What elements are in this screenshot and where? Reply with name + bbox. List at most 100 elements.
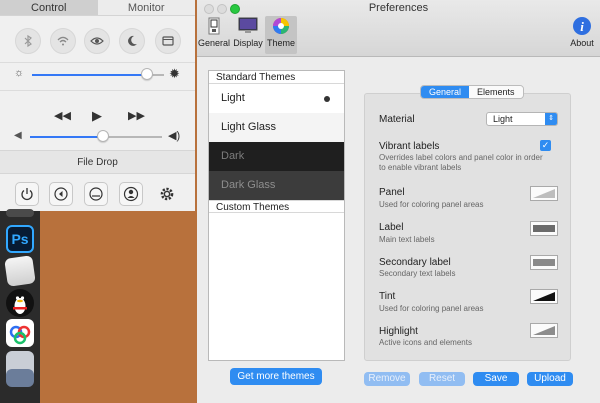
storage-app-icon[interactable]: [6, 369, 34, 387]
toolbar-general-label: General: [198, 38, 231, 48]
info-icon: i: [573, 17, 591, 35]
gear-icon: [160, 187, 174, 201]
svg-text:i: i: [580, 19, 584, 34]
theme-item-dark-glass[interactable]: Dark Glass: [209, 171, 344, 200]
volume-slider[interactable]: [30, 136, 162, 138]
back-button[interactable]: [49, 182, 73, 206]
theme-item-label: Light: [221, 92, 245, 104]
color-swatch-icon: [533, 326, 555, 335]
play-icon[interactable]: ▶: [92, 108, 102, 124]
highlight-color-description: Active icons and elements: [379, 338, 472, 347]
preferences-window: Preferences General Display Theme i Abou…: [197, 0, 600, 403]
theme-item-label: Dark Glass: [221, 179, 276, 191]
vibrant-labels-description-line2: to enable vibrant labels: [379, 163, 462, 172]
theme-item-label: Light Glass: [221, 121, 277, 133]
divider: [0, 90, 195, 91]
panel-color-well[interactable]: [530, 186, 558, 201]
material-label: Material: [379, 114, 415, 125]
theme-item-dark[interactable]: Dark: [209, 142, 344, 171]
color-swatch-icon: [533, 189, 555, 198]
dock-app-icon[interactable]: [6, 209, 34, 217]
color-swatch-icon: [533, 259, 555, 266]
toolbar-theme-label: Theme: [266, 38, 295, 48]
selected-indicator-icon: [324, 96, 330, 102]
power-icon: [21, 188, 33, 201]
general-icon: [208, 17, 220, 35]
moon-icon: [128, 35, 137, 46]
user-button[interactable]: [119, 182, 143, 206]
label-color-description: Main text labels: [379, 235, 435, 244]
panel-tab-switcher: Control Monitor: [0, 0, 195, 16]
visibility-toggle[interactable]: [84, 28, 110, 54]
back-icon: [54, 187, 68, 201]
tab-monitor[interactable]: Monitor: [97, 0, 195, 15]
baidu-cloud-icon[interactable]: [6, 319, 34, 347]
window-toggle[interactable]: [155, 28, 181, 54]
window-icon: [162, 36, 174, 46]
secondary-label-color-well[interactable]: [530, 255, 558, 270]
highlight-color-label: Highlight: [379, 326, 418, 337]
material-select-value: Light: [493, 114, 513, 124]
remove-button[interactable]: Remove: [364, 372, 410, 386]
theme-icon: [273, 18, 289, 34]
vibrant-labels-checkbox[interactable]: ✓: [540, 140, 551, 151]
sleep-button[interactable]: [84, 182, 108, 206]
tab-general[interactable]: General: [421, 86, 470, 98]
get-more-themes-button[interactable]: Get more themes: [230, 368, 322, 385]
window-toolbar: Preferences General Display Theme i Abou…: [197, 0, 600, 57]
theme-item-label: Dark: [221, 150, 245, 162]
save-button[interactable]: Save: [473, 372, 519, 386]
settings-tab-switcher: General Elements: [420, 85, 524, 99]
panel-color-label: Panel: [379, 187, 405, 198]
divider: [0, 62, 195, 63]
notes-app-icon[interactable]: [4, 255, 36, 287]
bluetooth-toggle[interactable]: [15, 28, 41, 54]
checkmark-icon: ✓: [541, 140, 550, 150]
toolbar-theme[interactable]: Theme: [265, 16, 297, 54]
vibrant-labels-description-line1: Overrides label colors and panel color i…: [379, 153, 543, 162]
qq-penguin-icon[interactable]: [6, 289, 34, 317]
label-color-label: Label: [379, 222, 404, 233]
brightness-knob[interactable]: [140, 68, 153, 80]
tint-color-well[interactable]: [530, 289, 558, 304]
bluetooth-icon: [24, 34, 32, 48]
wifi-icon: [57, 36, 69, 46]
vibrant-labels-label: Vibrant labels: [379, 141, 440, 152]
color-swatch-icon: [533, 225, 555, 232]
toolbar-about[interactable]: i About: [567, 16, 597, 54]
tab-elements[interactable]: Elements: [469, 86, 523, 98]
sleep-icon: [89, 187, 103, 201]
standard-themes-header: Standard Themes: [209, 71, 344, 84]
toolbar-display[interactable]: Display: [232, 16, 264, 54]
file-drop-area[interactable]: File Drop: [0, 150, 195, 174]
tab-control[interactable]: Control: [0, 0, 98, 15]
brightness-fill: [32, 74, 147, 76]
photoshop-icon[interactable]: Ps: [6, 225, 34, 253]
theme-item-light[interactable]: Light: [209, 84, 344, 113]
panel-color-description: Used for coloring panel areas: [379, 200, 484, 209]
volume-knob[interactable]: [96, 130, 109, 142]
wifi-toggle[interactable]: [50, 28, 76, 54]
volume-low-icon: ◀: [14, 130, 22, 141]
upload-button[interactable]: Upload: [527, 372, 573, 386]
rewind-icon[interactable]: ◀◀: [54, 109, 71, 122]
eye-icon: [90, 37, 104, 45]
theme-item-light-glass[interactable]: Light Glass: [209, 113, 344, 142]
settings-button[interactable]: [155, 182, 179, 206]
reset-button[interactable]: Reset: [419, 372, 465, 386]
material-select[interactable]: Light ⇕: [486, 112, 558, 126]
volume-high-icon: ◀): [168, 130, 181, 142]
power-button[interactable]: [15, 182, 39, 206]
brightness-high-icon: ✹: [169, 66, 180, 81]
night-mode-toggle[interactable]: [119, 28, 145, 54]
secondary-label-color-label: Secondary label: [379, 257, 451, 268]
dock: Ps: [0, 209, 40, 403]
fast-forward-icon[interactable]: ▶▶: [128, 109, 145, 122]
toolbar-general[interactable]: General: [198, 16, 230, 54]
highlight-color-well[interactable]: [530, 323, 558, 338]
control-center-panel: Control Monitor ☼ ✹ ◀◀ ▶ ▶▶ ◀ ◀) File Dr…: [0, 0, 195, 211]
volume-fill: [30, 136, 103, 138]
toolbar-about-label: About: [570, 38, 594, 48]
label-color-well[interactable]: [530, 221, 558, 236]
window-title: Preferences: [368, 2, 429, 14]
